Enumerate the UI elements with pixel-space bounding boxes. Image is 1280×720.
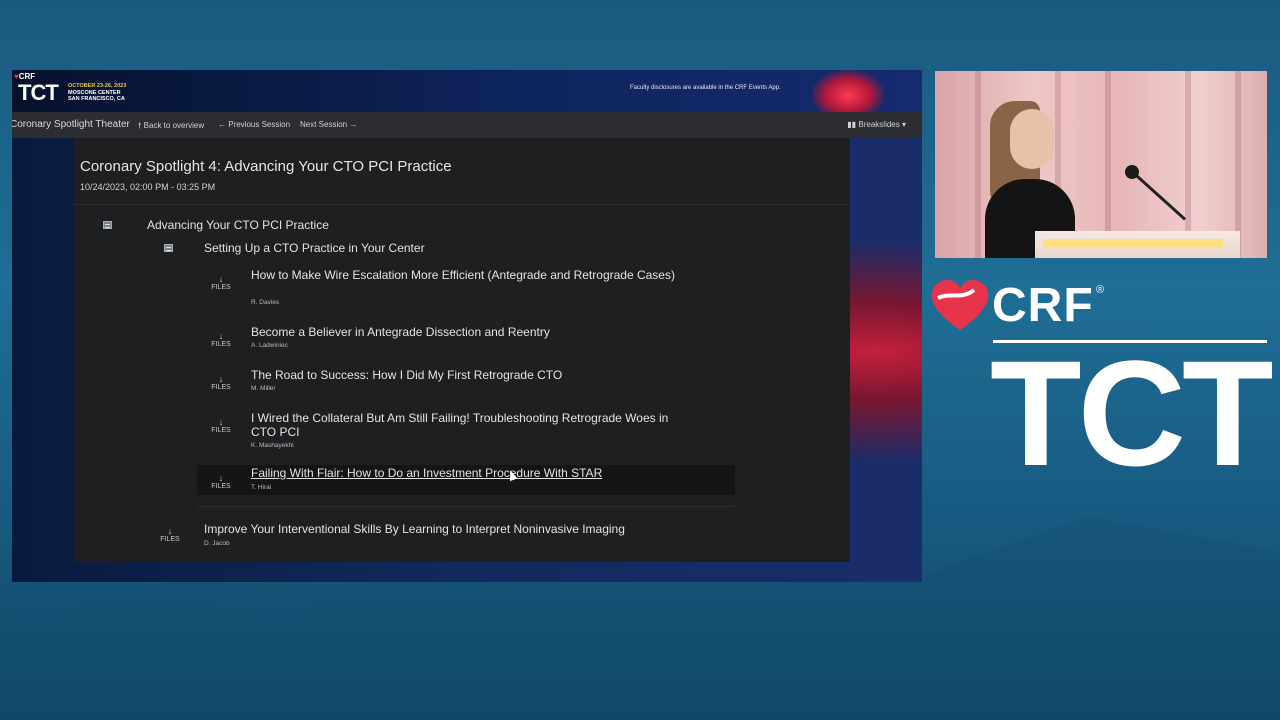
crf-logo-text: CRF [992, 279, 1094, 332]
section-title[interactable]: Advancing Your CTO PCI Practice [147, 218, 329, 232]
session-datetime: 10/24/2023, 02:00 PM - 03:25 PM [80, 182, 216, 192]
talk-title[interactable]: Improve Your Interventional Skills By Le… [204, 522, 724, 536]
subsection-list-icon[interactable] [164, 244, 173, 252]
presentation-screen: ♥CRF TCT OCTOBER 23-26, 2023 MOSCONE CEN… [12, 70, 922, 582]
breakslides-dropdown[interactable]: ▮▮ Breakslides ▾ [847, 120, 906, 129]
section-list-icon[interactable] [103, 221, 112, 229]
podium-light [1043, 239, 1223, 247]
talk-item[interactable]: ↓ FILES Improve Your Interventional Skil… [146, 520, 746, 554]
divider [74, 204, 850, 205]
files-button[interactable]: ↓ FILES [197, 274, 245, 291]
speaker-video [935, 71, 1267, 258]
talk-item[interactable]: ↓ FILES How to Make Wire Escalation More… [197, 266, 735, 310]
talk-item[interactable]: ↓ FILES The Road to Success: How I Did M… [197, 366, 735, 396]
talk-item[interactable]: ↓ FILES Become a Believer in Antegrade D… [197, 323, 735, 353]
talk-speaker: M. Miller [251, 385, 276, 392]
talk-speaker: R. Davies [251, 299, 280, 306]
files-button[interactable]: ↓ FILES [197, 331, 245, 348]
download-arrow-icon: ↓ [218, 274, 224, 284]
talk-title[interactable]: Failing With Flair: How to Do an Investm… [251, 466, 691, 480]
grid-icon: ▮▮ [847, 120, 857, 129]
registered-mark: ® [1096, 284, 1105, 296]
event-header: ♥CRF TCT OCTOBER 23-26, 2023 MOSCONE CEN… [12, 70, 922, 112]
navbar: Coronary Spotlight Theater 🠕 Back to ove… [12, 112, 922, 138]
arrow-right-icon: → [349, 120, 358, 129]
download-arrow-icon: ↓ [218, 473, 224, 483]
arrow-up-icon: 🠕 [138, 121, 142, 130]
faculty-disclosure-text: Faculty disclosures are available in the… [630, 85, 781, 91]
talk-title[interactable]: Become a Believer in Antegrade Dissectio… [251, 325, 691, 339]
nav-brand[interactable]: Coronary Spotlight Theater [12, 119, 130, 130]
caret-down-icon: ▾ [901, 120, 906, 129]
talk-item-highlighted[interactable]: ↓ FILES Failing With Flair: How to Do an… [197, 465, 735, 495]
event-dates: OCTOBER 23-26, 2023 MOSCONE CENTER SAN F… [68, 83, 127, 102]
talk-speaker: A. Ladwiniec [251, 342, 288, 349]
curtain-fold [1105, 71, 1111, 258]
speaker-head [1010, 109, 1054, 169]
tct-small-logo: TCT [18, 80, 59, 105]
files-button[interactable]: ↓ FILES [197, 374, 245, 391]
crf-heart-logo-icon [932, 280, 988, 330]
files-button[interactable]: ↓ FILES [197, 417, 245, 434]
subsection-title[interactable]: Setting Up a CTO Practice in Your Center [204, 241, 425, 255]
back-to-overview-link[interactable]: 🠕 Back to overview [138, 120, 204, 134]
session-title: Coronary Spotlight 4: Advancing Your CTO… [80, 158, 452, 175]
curtain-fold [1235, 71, 1241, 258]
talk-speaker: T. Hirai [251, 484, 272, 491]
talk-title[interactable]: The Road to Success: How I Did My First … [251, 368, 691, 382]
talk-speaker: K. Mashayekhi [251, 442, 294, 449]
download-arrow-icon: ↓ [218, 374, 224, 384]
talk-speaker: D. Jacob [204, 540, 230, 547]
tct-logo-text: TCT [990, 329, 1274, 497]
talk-item[interactable]: ↓ FILES I Wired the Collateral But Am St… [197, 409, 735, 453]
curtain-fold [975, 71, 981, 258]
files-button[interactable]: ↓ FILES [197, 473, 245, 490]
download-arrow-icon: ↓ [167, 526, 173, 536]
microphone-icon [1125, 165, 1139, 179]
previous-session-link[interactable]: ← Previous Session [218, 120, 290, 129]
heart-illustration [812, 70, 884, 112]
divider [197, 506, 735, 507]
session-panel: Coronary Spotlight 4: Advancing Your CTO… [74, 138, 850, 562]
microphone-stand [1131, 171, 1187, 221]
files-button[interactable]: ↓ FILES [146, 526, 194, 543]
download-arrow-icon: ↓ [218, 417, 224, 427]
talk-title[interactable]: How to Make Wire Escalation More Efficie… [251, 268, 691, 282]
curtain-fold [1185, 71, 1191, 258]
talk-title[interactable]: I Wired the Collateral But Am Still Fail… [251, 411, 691, 439]
arrow-left-icon: ← [218, 120, 226, 129]
next-session-link[interactable]: Next Session → [300, 120, 357, 129]
download-arrow-icon: ↓ [218, 331, 224, 341]
